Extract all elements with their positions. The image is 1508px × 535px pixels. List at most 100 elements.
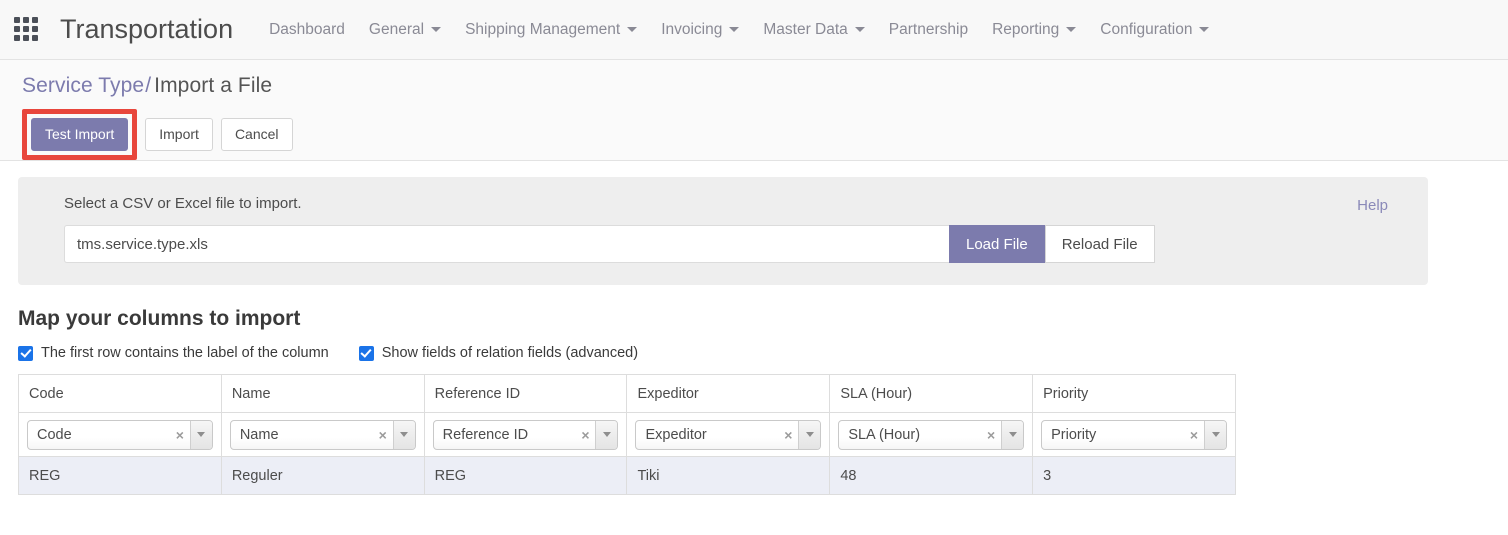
menu-item-label: Dashboard — [269, 20, 345, 38]
option-label: The first row contains the label of the … — [41, 345, 329, 361]
breadcrumb-current: Import a File — [154, 74, 273, 97]
menu-item-label: Master Data — [763, 20, 848, 38]
data-cell-sla-hour: 48 — [829, 456, 1034, 495]
chevron-down-icon[interactable] — [189, 420, 212, 449]
table-header-row: Code Name Reference ID Expeditor SLA (Ho… — [18, 374, 1236, 413]
reload-file-button[interactable]: Reload File — [1044, 225, 1155, 263]
field-mapping-select-code[interactable]: Code × — [27, 419, 213, 450]
column-header-sla-hour: SLA (Hour) — [829, 374, 1034, 413]
field-mapping-value: SLA (Hour) — [848, 426, 921, 443]
chevron-down-icon[interactable] — [392, 420, 415, 449]
clear-icon[interactable]: × — [778, 421, 798, 449]
clear-icon[interactable]: × — [170, 421, 190, 449]
chevron-down-icon[interactable] — [595, 420, 618, 449]
field-mapping-value: Reference ID — [442, 426, 529, 443]
column-header-priority: Priority — [1032, 374, 1236, 413]
chevron-down-icon — [1199, 27, 1210, 32]
import-button[interactable]: Import — [145, 118, 213, 151]
file-input-row: Load File Reload File — [64, 225, 1406, 263]
clear-icon[interactable]: × — [575, 421, 595, 449]
column-header-name: Name — [220, 374, 425, 413]
control-panel: Service Type/Import a File Test Import I… — [0, 60, 1508, 161]
table-header: Code Name Reference ID Expeditor SLA (Ho… — [18, 374, 1236, 413]
checkbox-show-relation-fields[interactable] — [358, 345, 374, 361]
menu-item-label: Invoicing — [661, 20, 723, 38]
breadcrumb-separator: / — [145, 74, 152, 97]
file-name-input[interactable] — [64, 225, 949, 263]
chevron-down-icon[interactable] — [798, 420, 821, 449]
menu-item-dashboard[interactable]: Dashboard — [257, 15, 357, 45]
mapping-cell-sla-hour: SLA (Hour) × — [829, 412, 1034, 457]
data-cell-reference-id: REG — [423, 456, 628, 495]
field-mapping-select-priority[interactable]: Priority × — [1041, 419, 1227, 450]
clear-icon[interactable]: × — [373, 421, 393, 449]
chevron-down-icon — [1066, 27, 1077, 32]
mapping-cell-name: Name × — [220, 412, 425, 457]
menu-item-label: Configuration — [1100, 20, 1193, 38]
data-cell-code: REG — [18, 456, 222, 495]
file-select-instruction: Select a CSV or Excel file to import. — [64, 195, 302, 212]
menu-item-label: Shipping Management — [465, 20, 621, 38]
option-first-row-label[interactable]: The first row contains the label of the … — [18, 345, 329, 361]
menu-item-configuration[interactable]: Configuration — [1088, 15, 1221, 45]
map-options-row: The first row contains the label of the … — [18, 345, 1508, 361]
menu-item-shipping-management[interactable]: Shipping Management — [453, 15, 649, 45]
table-body: Code × Name × Reference ID × Expeditor ×… — [18, 412, 1236, 495]
chevron-down-icon — [627, 27, 638, 32]
chevron-down-icon — [431, 27, 442, 32]
menu-item-invoicing[interactable]: Invoicing — [649, 15, 751, 45]
data-cell-expeditor: Tiki — [626, 456, 831, 495]
top-navbar: Transportation Dashboard General Shippin… — [0, 0, 1508, 60]
data-cell-priority: 3 — [1032, 456, 1236, 495]
chevron-down-icon — [729, 27, 740, 32]
column-mapping-table: Code Name Reference ID Expeditor SLA (Ho… — [18, 374, 1236, 495]
field-mapping-select-reference-id[interactable]: Reference ID × — [432, 419, 619, 450]
menu-item-partnership[interactable]: Partnership — [877, 15, 980, 45]
field-mapping-value: Name — [239, 426, 279, 443]
mapping-cell-reference-id: Reference ID × — [423, 412, 628, 457]
option-label: Show fields of relation fields (advanced… — [381, 345, 639, 361]
chevron-down-icon[interactable] — [1001, 420, 1024, 449]
mapping-cell-expeditor: Expeditor × — [626, 412, 831, 457]
column-header-code: Code — [18, 374, 222, 413]
field-mapping-select-name[interactable]: Name × — [229, 419, 416, 450]
field-mapping-value: Expeditor — [645, 426, 707, 443]
apps-grid-icon[interactable] — [14, 16, 40, 43]
menu-item-label: General — [368, 20, 425, 38]
menu-item-general[interactable]: General — [357, 15, 453, 45]
menu-item-reporting[interactable]: Reporting — [980, 15, 1088, 45]
action-button-row: Test Import Import Cancel — [0, 109, 1508, 160]
clear-icon[interactable]: × — [981, 421, 1001, 449]
highlight-annotation-box: Test Import — [22, 109, 138, 160]
field-mapping-select-expeditor[interactable]: Expeditor × — [635, 419, 822, 450]
app-brand-title[interactable]: Transportation — [60, 14, 233, 45]
chevron-down-icon[interactable] — [1204, 420, 1226, 449]
option-show-relation-fields[interactable]: Show fields of relation fields (advanced… — [358, 345, 639, 361]
mapping-cell-code: Code × — [18, 412, 222, 457]
field-mapping-value: Code — [37, 426, 72, 443]
cancel-button[interactable]: Cancel — [220, 118, 293, 151]
breadcrumb-parent-link[interactable]: Service Type — [22, 74, 144, 97]
map-columns-title: Map your columns to import — [18, 307, 301, 330]
chevron-down-icon — [854, 27, 865, 32]
menu-item-label: Reporting — [992, 20, 1060, 38]
menu-item-master-data[interactable]: Master Data — [751, 15, 876, 45]
help-link[interactable]: Help — [1357, 197, 1388, 214]
mapping-cell-priority: Priority × — [1032, 412, 1236, 457]
test-import-button[interactable]: Test Import — [31, 118, 129, 151]
table-row: REG Reguler REG Tiki 48 3 — [18, 456, 1236, 495]
field-mapping-select-sla-hour[interactable]: SLA (Hour) × — [838, 419, 1025, 450]
menu-item-label: Partnership — [888, 20, 969, 38]
file-select-panel: Select a CSV or Excel file to import. He… — [18, 177, 1428, 285]
main-menu: Dashboard General Shipping Management In… — [257, 15, 1221, 45]
load-file-button[interactable]: Load File — [949, 225, 1045, 263]
field-mapping-value: Priority — [1051, 426, 1097, 443]
clear-icon[interactable]: × — [1184, 421, 1204, 449]
mapping-select-row: Code × Name × Reference ID × Expeditor ×… — [18, 412, 1236, 457]
column-header-reference-id: Reference ID — [423, 374, 628, 413]
checkbox-first-row-label[interactable] — [18, 345, 33, 361]
column-header-expeditor: Expeditor — [626, 374, 831, 413]
breadcrumb: Service Type/Import a File — [0, 74, 1508, 98]
main-content: Select a CSV or Excel file to import. He… — [0, 177, 1508, 495]
data-cell-name: Reguler — [220, 456, 425, 495]
